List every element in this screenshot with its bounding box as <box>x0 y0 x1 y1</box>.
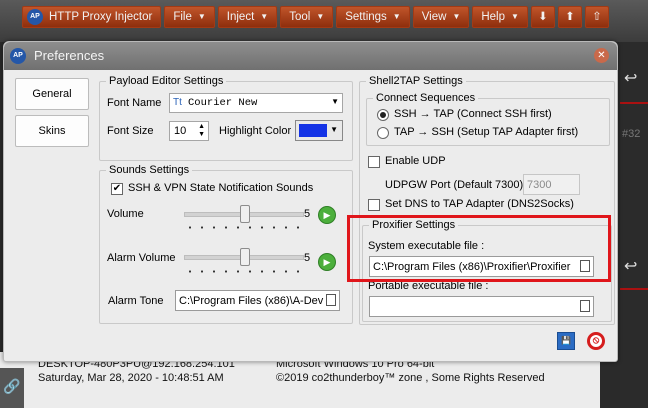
divider <box>620 288 648 290</box>
set-dns-label: Set DNS to TAP Adapter (DNS2Socks) <box>385 198 574 210</box>
udpgw-port-value: 7300 <box>527 179 552 191</box>
menu-file-label: File <box>173 11 192 23</box>
menu-tool-label: Tool <box>289 11 311 23</box>
alarm-volume-slider[interactable] <box>184 248 304 266</box>
move-top-button[interactable]: ⇧ <box>584 6 609 28</box>
font-name-select[interactable]: Tt Courier New ▼ <box>169 93 343 113</box>
font-name-label: Font Name <box>107 97 162 109</box>
highlight-color-label: Highlight Color <box>219 125 292 137</box>
truetype-font-icon: Tt <box>173 97 182 108</box>
highlight-color-picker[interactable]: ▼ <box>295 120 343 141</box>
set-dns-checkbox[interactable] <box>368 199 380 211</box>
chevron-down-icon: ▼ <box>331 97 339 106</box>
chevron-down-icon: ▼ <box>452 12 461 21</box>
group-title: Connect Sequences <box>376 92 476 104</box>
status-datetime: Saturday, Mar 28, 2020 - 10:48:51 AM <box>38 372 224 384</box>
chevron-down-icon: ▼ <box>260 12 269 21</box>
arrow-up-icon: ⬆ <box>565 11 575 23</box>
tap-first-label: TAP → SSH (Setup TAP Adapter first) <box>394 126 579 138</box>
arrow-up-icon: ⇧ <box>592 11 602 23</box>
chevron-down-icon: ▼ <box>511 12 519 21</box>
side-panel <box>620 42 648 408</box>
group-title: Sounds Settings <box>109 164 190 176</box>
app-logo-icon: AP <box>10 48 26 64</box>
file-icon[interactable] <box>580 300 590 312</box>
menu-file[interactable]: File ▼ <box>164 6 215 28</box>
menu-tool[interactable]: Tool ▼ <box>280 6 334 28</box>
menu-inject-label: Inject <box>226 11 255 23</box>
chevron-down-icon: ▼ <box>330 125 338 134</box>
slider-ticks <box>184 226 304 229</box>
slider-ticks <box>184 270 304 273</box>
save-button[interactable]: 💾 <box>557 332 575 350</box>
alarm-volume-label: Alarm Volume <box>107 252 176 264</box>
font-size-value: 10 <box>174 125 187 137</box>
udpgw-port-label: UDPGW Port (Default 7300) <box>385 179 524 191</box>
tab-general[interactable]: General <box>15 78 89 110</box>
annotation-highlight-box <box>347 215 611 282</box>
status-copyright: ©2019 co2thunderboy™ zone , Some Rights … <box>276 372 545 384</box>
font-size-label: Font Size <box>107 125 154 137</box>
group-title: Shell2TAP Settings <box>369 75 463 87</box>
slider-thumb[interactable] <box>240 205 250 223</box>
cancel-button[interactable]: ⦸ <box>587 332 605 350</box>
reply-icon[interactable]: ↩ <box>624 256 637 276</box>
close-button[interactable]: ✕ <box>594 48 609 63</box>
chevron-down-icon: ▼ <box>392 12 401 21</box>
reply-icon[interactable]: ↩ <box>624 68 637 88</box>
spinner-arrows-icon: ▲ ▼ <box>198 123 205 138</box>
menu-view[interactable]: View ▼ <box>412 6 470 28</box>
move-up-button[interactable]: ⬆ <box>557 6 582 28</box>
tab-skins[interactable]: Skins <box>15 115 89 147</box>
udpgw-port-field[interactable]: 7300 <box>523 174 580 195</box>
app-logo-icon: AP <box>27 9 43 25</box>
tap-first-radio[interactable] <box>377 127 389 139</box>
menu-help[interactable]: Help ▼ <box>472 6 528 28</box>
alarm-volume-value: 5 <box>304 252 311 264</box>
ssh-first-radio[interactable] <box>377 109 389 121</box>
notify-sounds-checkbox[interactable]: ✔ <box>111 183 123 195</box>
payload-editor-group: Payload Editor Settings <box>99 75 353 161</box>
font-size-stepper[interactable]: 10 ▲ ▼ <box>169 121 209 141</box>
notify-sounds-label: SSH & VPN State Notification Sounds <box>128 182 314 194</box>
font-name-value: Courier New <box>188 97 258 109</box>
move-down-button[interactable]: ⬇ <box>530 6 555 28</box>
menu-settings-label: Settings <box>345 11 387 23</box>
item-number: #32 <box>622 128 641 140</box>
file-icon[interactable] <box>326 294 336 306</box>
app-menubar: AP HTTP Proxy Injector File ▼ Inject ▼ Too… <box>22 6 609 30</box>
chevron-down-icon: ▼ <box>316 12 325 21</box>
alarm-tone-value: C:\Program Files (x86)\A-Dev <box>179 295 324 307</box>
app-name: HTTP Proxy Injector <box>49 11 153 23</box>
menu-settings[interactable]: Settings ▼ <box>336 6 410 28</box>
menu-view-label: View <box>421 11 447 23</box>
alarm-tone-field[interactable]: C:\Program Files (x86)\A-Dev <box>175 290 340 311</box>
dialog-titlebar: AP Preferences ✕ <box>4 42 617 70</box>
alarm-tone-label: Alarm Tone <box>108 295 164 307</box>
enable-udp-label: Enable UDP <box>385 155 446 167</box>
link-icon[interactable]: 🔗 <box>0 368 24 408</box>
chevron-down-icon: ▼ <box>197 12 206 21</box>
play-alarm-button[interactable]: ▶ <box>318 253 336 271</box>
divider <box>620 102 648 104</box>
group-title: Payload Editor Settings <box>109 75 224 87</box>
volume-slider[interactable] <box>184 205 304 223</box>
enable-udp-checkbox[interactable] <box>368 156 380 168</box>
menu-inject[interactable]: Inject ▼ <box>217 6 278 28</box>
dialog-title: Preferences <box>34 48 105 63</box>
arrow-down-icon: ⬇ <box>538 11 548 23</box>
ssh-first-label: SSH → TAP (Connect SSH first) <box>394 108 552 120</box>
color-swatch <box>299 124 327 137</box>
app-name-button[interactable]: AP HTTP Proxy Injector <box>22 6 162 28</box>
play-volume-button[interactable]: ▶ <box>318 206 336 224</box>
preferences-dialog: AP Preferences ✕ General Skins Payload E… <box>3 41 618 362</box>
volume-label: Volume <box>107 208 144 220</box>
menu-help-label: Help <box>481 11 506 23</box>
volume-value: 5 <box>304 208 311 220</box>
slider-thumb[interactable] <box>240 248 250 266</box>
portable-exe-field[interactable] <box>369 296 594 317</box>
